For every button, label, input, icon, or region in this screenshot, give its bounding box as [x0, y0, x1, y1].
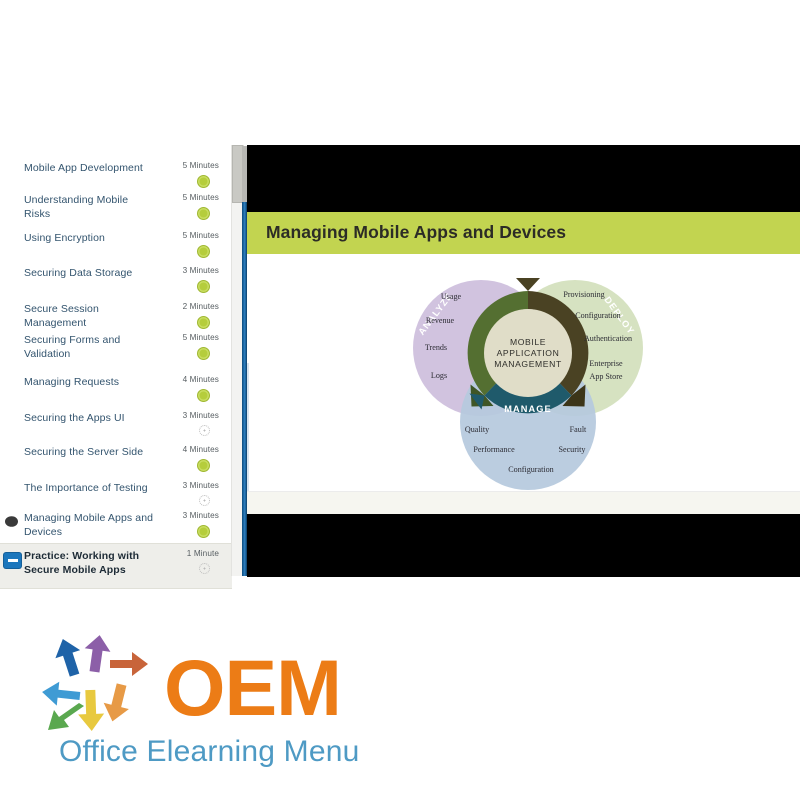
deploy-item-appstore: App Store — [589, 372, 622, 381]
deploy-item-provisioning: Provisioning — [563, 290, 604, 299]
lesson-duration: 3 Minutes — [182, 411, 219, 420]
analyze-item-trends: Trends — [425, 343, 447, 352]
letterbox-top — [247, 145, 800, 212]
analyze-item-revenue: Revenue — [426, 316, 455, 325]
arrow-blue-up — [55, 638, 81, 677]
manage-item-security: Security — [559, 445, 587, 454]
analyze-item-usage: Usage — [441, 292, 462, 301]
outline-lesson-item[interactable]: Secure Session Management 2 Minutes — [0, 302, 232, 334]
lesson-duration: 2 Minutes — [182, 302, 219, 311]
manage-item-performance: Performance — [473, 445, 515, 454]
lesson-duration: 1 Minute — [186, 549, 219, 558]
lesson-title: Securing Forms and Validation — [24, 334, 121, 360]
lesson-title: The Importance of Testing — [24, 482, 148, 494]
status-complete-icon — [197, 207, 210, 220]
status-complete-icon — [197, 316, 210, 329]
arrow-yellow-down — [78, 689, 105, 731]
deploy-item-authentication: Authentication — [584, 334, 632, 343]
lesson-title: Securing Data Storage — [24, 267, 133, 279]
status-incomplete-icon — [199, 495, 210, 506]
status-complete-icon — [197, 459, 210, 472]
status-complete-icon — [197, 389, 210, 402]
lesson-duration: 5 Minutes — [182, 231, 219, 240]
lesson-title: Using Encryption — [24, 232, 105, 244]
lesson-duration: 5 Minutes — [182, 333, 219, 342]
slide-title-bar: Managing Mobile Apps and Devices — [247, 212, 800, 254]
arrow-orange-down — [103, 683, 129, 722]
manage-item-configuration: Configuration — [508, 465, 553, 474]
analyze-item-logs: Logs — [431, 371, 447, 380]
lesson-duration: 5 Minutes — [182, 161, 219, 170]
outline-lesson-item[interactable]: The Importance of Testing 3 Minutes — [0, 481, 232, 512]
lesson-title: Secure Session Management — [24, 303, 99, 329]
status-incomplete-icon — [199, 563, 210, 574]
outline-lesson-item[interactable]: Using Encryption 5 Minutes — [0, 231, 232, 267]
outline-lesson-item[interactable]: Practice: Working with Secure Mobile App… — [0, 549, 232, 590]
status-complete-icon — [197, 347, 210, 360]
lesson-title: Securing the Apps UI — [24, 412, 125, 424]
status-complete-icon — [197, 245, 210, 258]
lesson-duration: 4 Minutes — [182, 375, 219, 384]
slide-stage: MOBILE APPLICATION MANAGEMENT ANALYZE DE… — [247, 254, 800, 577]
lesson-duration: 3 Minutes — [182, 511, 219, 520]
lesson-duration: 4 Minutes — [182, 445, 219, 454]
mobile-application-management-diagram: MOBILE APPLICATION MANAGEMENT ANALYZE DE… — [385, 260, 670, 490]
core-line-3: MANAGEMENT — [494, 359, 562, 369]
outline-lesson-item[interactable]: Managing Requests 4 Minutes — [0, 375, 232, 412]
lesson-title: Understanding Mobile Risks — [24, 194, 129, 220]
course-outline-list[interactable]: Mobile App Development 5 Minutes Understan… — [0, 144, 232, 589]
slide-player[interactable]: Managing Mobile Apps and Devices MOBILE … — [247, 145, 800, 577]
pointer-icon — [3, 515, 20, 530]
arrow-green-downleft — [48, 703, 84, 730]
status-complete-icon — [197, 280, 210, 293]
lesson-duration: 3 Minutes — [182, 266, 219, 275]
manage-label: MANAGE — [504, 404, 551, 414]
lesson-duration: 3 Minutes — [182, 481, 219, 490]
outline-lesson-item[interactable]: Securing Forms and Validation 5 Minutes — [0, 333, 232, 376]
outline-lesson-item[interactable]: Mobile App Development 5 Minutes — [0, 161, 232, 194]
core-line-2: APPLICATION — [497, 348, 560, 358]
lesson-title: Managing Mobile Apps and Devices — [24, 512, 154, 538]
minus-box-icon[interactable] — [4, 553, 21, 568]
arrow-orange-right — [110, 652, 148, 676]
slide-title: Managing Mobile Apps and Devices — [266, 222, 567, 242]
oem-logo: OEM Office Elearning Menu — [36, 632, 376, 772]
screenshot-root: Mobile App Development 5 Minutes Understan… — [0, 0, 800, 800]
outline-lesson-item[interactable]: Securing the Server Side 4 Minutes — [0, 445, 232, 482]
lesson-title: Practice: Working with Secure Mobile App… — [24, 550, 140, 576]
lesson-title: Managing Requests — [24, 376, 120, 388]
outline-lesson-item[interactable]: Securing the Apps UI 3 Minutes — [0, 411, 232, 446]
slide-footer-band — [247, 491, 800, 515]
lesson-title: Securing the Server Side — [24, 446, 144, 458]
lesson-title: Mobile App Development — [24, 162, 143, 174]
manage-item-quality: Quality — [465, 425, 490, 434]
status-complete-icon — [197, 175, 210, 188]
deploy-item-enterprise: Enterprise — [589, 359, 623, 368]
oem-arrows-mark — [36, 632, 164, 744]
lesson-duration: 5 Minutes — [182, 193, 219, 202]
deploy-item-configuration: Configuration — [575, 311, 620, 320]
outline-lesson-item[interactable]: Understanding Mobile Risks 5 Minutes — [0, 193, 232, 232]
manage-item-fault: Fault — [570, 425, 587, 434]
arrow-lightblue-left — [42, 681, 81, 706]
oem-wordmark: OEM — [164, 643, 342, 732]
status-complete-icon — [197, 525, 210, 538]
oem-tagline: Office Elearning Menu — [59, 735, 360, 768]
status-incomplete-icon — [199, 425, 210, 436]
outline-lesson-item[interactable]: Securing Data Storage 3 Minutes — [0, 266, 232, 303]
core-line-1: MOBILE — [510, 337, 546, 347]
letterbox-bottom — [247, 514, 800, 577]
arrow-purple-up — [84, 635, 111, 673]
